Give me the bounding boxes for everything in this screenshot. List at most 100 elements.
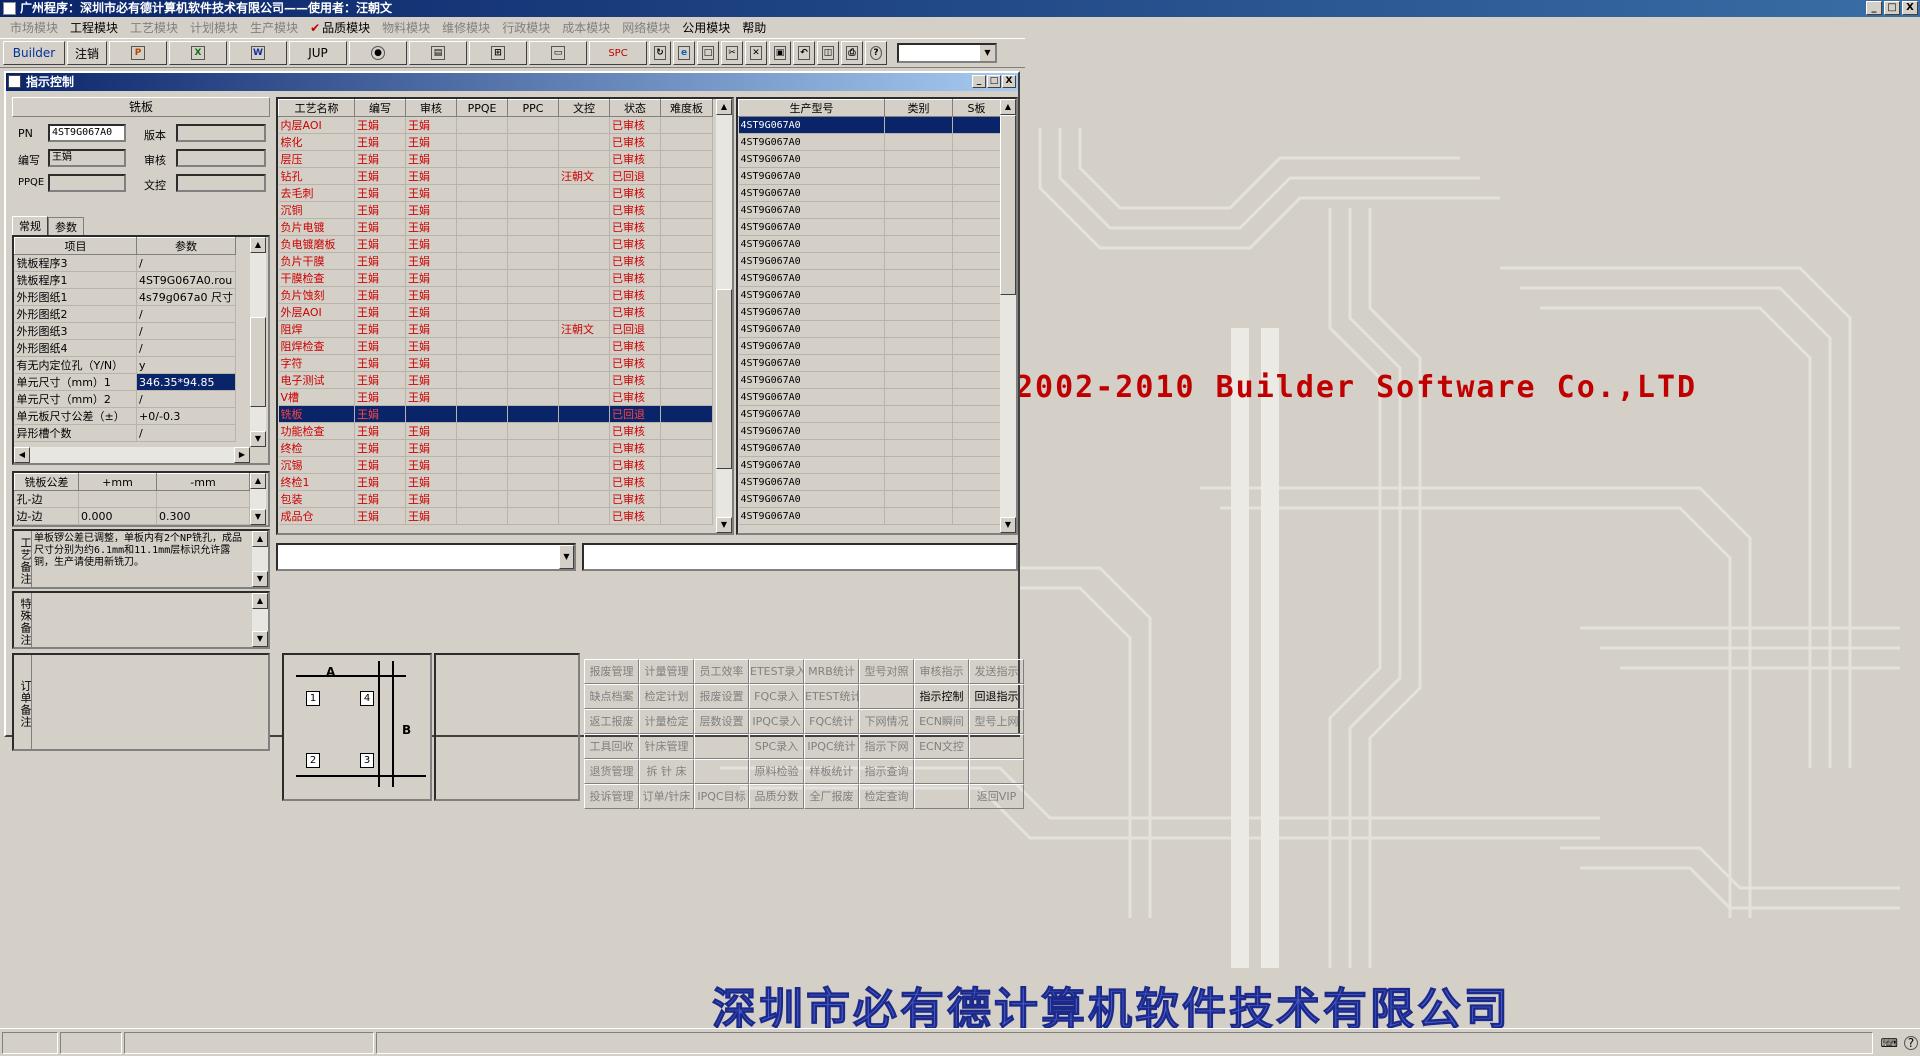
table-cell[interactable] <box>660 133 713 151</box>
table-cell[interactable]: 王娟 <box>405 337 457 355</box>
table-cell[interactable]: 王娟 <box>405 388 457 406</box>
table-cell[interactable] <box>884 218 953 236</box>
table-cell[interactable]: 已审核 <box>609 337 661 355</box>
function-button[interactable]: MRB统计 <box>804 659 859 684</box>
table-cell[interactable]: 钻孔 <box>278 167 355 185</box>
excel-button[interactable]: X <box>169 41 227 65</box>
chevron-down-icon[interactable]: ▼ <box>559 545 574 569</box>
table-row[interactable]: 4ST9G067A0 <box>738 150 1001 168</box>
table-cell[interactable]: 王娟 <box>354 456 406 474</box>
table-cell[interactable]: 铣板程序3 <box>14 254 138 272</box>
function-button[interactable]: IPQC录入 <box>749 709 804 734</box>
menu-engineering[interactable]: 工程模块 <box>64 19 124 36</box>
menu-market[interactable]: 市场模块 <box>4 19 64 36</box>
table-cell[interactable]: 4ST9G067A0 <box>738 456 885 474</box>
table-cell[interactable]: 字符 <box>278 354 355 372</box>
table-cell[interactable] <box>952 507 1001 525</box>
function-button[interactable]: 原料检验 <box>749 759 804 784</box>
table-cell[interactable] <box>884 456 953 474</box>
table-cell[interactable] <box>884 507 953 525</box>
table-cell[interactable]: 去毛刺 <box>278 184 355 202</box>
table-cell[interactable] <box>456 490 508 508</box>
table-row[interactable]: 负片电镀 王娟 王娟 已审核 <box>278 218 713 236</box>
table-cell[interactable]: 终检 <box>278 439 355 457</box>
function-button[interactable]: 报废设置 <box>694 684 749 709</box>
function-button[interactable]: 指示查询 <box>859 759 914 784</box>
table-cell[interactable] <box>456 354 508 372</box>
table-cell[interactable]: +0/-0.3 <box>136 407 236 425</box>
table-cell[interactable]: 异形槽个数 <box>14 424 138 442</box>
table-cell[interactable] <box>456 303 508 321</box>
scroll-up-icon[interactable]: ▲ <box>250 237 266 253</box>
function-button[interactable]: ETEST统计 <box>804 684 859 709</box>
table-cell[interactable]: 王娟 <box>354 252 406 270</box>
table-cell[interactable]: 功能检查 <box>278 422 355 440</box>
table-row[interactable]: 单元尺寸（mm）2/ <box>14 390 236 408</box>
table-cell[interactable] <box>884 252 953 270</box>
table-cell[interactable] <box>660 252 713 270</box>
table-cell[interactable] <box>952 405 1001 423</box>
table-cell[interactable] <box>660 456 713 474</box>
table-cell[interactable]: 王娟 <box>354 184 406 202</box>
maximize-button[interactable]: □ <box>1884 1 1900 15</box>
table-cell[interactable] <box>660 473 713 491</box>
process-col-header[interactable]: 文控 <box>558 99 610 117</box>
table-cell[interactable]: 王娟 <box>354 235 406 253</box>
table-cell[interactable]: 已审核 <box>609 116 661 134</box>
function-button[interactable]: ECN瞬间 <box>914 709 969 734</box>
table-cell[interactable]: 王娟 <box>354 167 406 185</box>
table-row[interactable]: 4ST9G067A0 <box>738 167 1001 185</box>
table-cell[interactable] <box>558 371 610 389</box>
version-field[interactable] <box>176 124 266 142</box>
table-cell[interactable]: 已审核 <box>609 490 661 508</box>
function-button[interactable]: 针床管理 <box>639 734 694 759</box>
table-cell[interactable]: 4ST9G067A0 <box>738 473 885 491</box>
help-button[interactable]: ? <box>865 41 887 65</box>
network-button[interactable]: ⊞ <box>469 41 527 65</box>
scroll-up-icon[interactable]: ▲ <box>1000 99 1016 115</box>
table-cell[interactable]: 负片干膜 <box>278 252 355 270</box>
table-cell[interactable] <box>884 150 953 168</box>
tol-header-minus[interactable]: -mm <box>156 473 250 491</box>
table-row[interactable]: 边-边 0.000 0.300 <box>14 507 250 525</box>
table-cell[interactable] <box>952 388 1001 406</box>
table-cell[interactable] <box>558 286 610 304</box>
table-cell[interactable] <box>952 116 1001 134</box>
table-cell[interactable]: / <box>136 339 236 357</box>
table-cell[interactable]: 已审核 <box>609 286 661 304</box>
search-input[interactable] <box>582 543 1018 571</box>
table-row[interactable]: 终检 王娟 王娟 已审核 <box>278 439 713 457</box>
dialog-minimize-button[interactable]: _ <box>972 75 986 88</box>
function-button[interactable]: 拆 针 床 <box>639 759 694 784</box>
table-cell[interactable] <box>456 320 508 338</box>
col-header-param[interactable]: 参数 <box>136 237 236 255</box>
print-button[interactable]: ▭ <box>529 41 587 65</box>
scroll-left-icon[interactable]: ◀ <box>14 447 30 463</box>
table-cell[interactable]: 已审核 <box>609 439 661 457</box>
table-cell[interactable] <box>405 405 457 423</box>
table-cell[interactable] <box>884 167 953 185</box>
table-row[interactable]: 4ST9G067A0 <box>738 320 1001 338</box>
table-cell[interactable] <box>660 388 713 406</box>
undo-button[interactable]: ↶ <box>793 41 815 65</box>
tab-general[interactable]: 常规 <box>12 216 48 235</box>
table-cell[interactable]: 成品仓 <box>278 507 355 525</box>
table-cell[interactable]: 王娟 <box>354 116 406 134</box>
table-row[interactable]: 4ST9G067A0 <box>738 439 1001 457</box>
table-cell[interactable] <box>507 388 559 406</box>
table-cell[interactable]: 已审核 <box>609 456 661 474</box>
table-cell[interactable]: 外形图纸1 <box>14 288 138 306</box>
delete-button[interactable]: ✕ <box>745 41 767 65</box>
table-cell[interactable]: 沉铜 <box>278 201 355 219</box>
table-cell[interactable] <box>456 235 508 253</box>
table-cell[interactable]: 王娟 <box>354 439 406 457</box>
table-cell[interactable]: 4ST9G067A0 <box>738 201 885 219</box>
table-cell[interactable] <box>884 337 953 355</box>
table-row[interactable]: 外形图纸4/ <box>14 339 236 357</box>
table-cell[interactable] <box>507 286 559 304</box>
table-cell[interactable]: 4ST9G067A0 <box>738 184 885 202</box>
table-cell[interactable] <box>507 439 559 457</box>
scroll-up-icon[interactable]: ▲ <box>716 99 732 115</box>
table-cell[interactable] <box>952 286 1001 304</box>
tol-vscroll[interactable]: ▲ ▼ <box>250 473 266 525</box>
